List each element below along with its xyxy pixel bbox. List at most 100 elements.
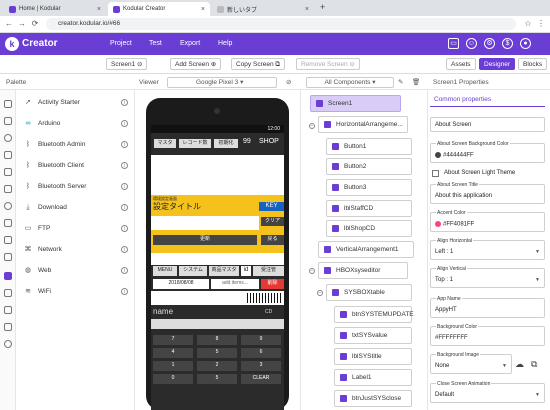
add-screen-button[interactable]: Add Screen ⊕ [170, 58, 222, 70]
key-clear[interactable]: CLEAR [241, 374, 281, 384]
date-picker[interactable]: 2018/08/08 [153, 279, 209, 289]
info-icon[interactable]: i [121, 162, 128, 169]
browser-tab-home[interactable]: Home | Kodular × [4, 2, 106, 16]
master-button[interactable]: マスタ [154, 139, 176, 148]
app-name-field[interactable]: App Name AppyHT [430, 296, 545, 318]
record-count-button[interactable]: レコード数 [179, 139, 211, 148]
background-image-select[interactable]: Background Image None ▼ [430, 352, 512, 374]
menu-help[interactable]: Help [218, 40, 232, 47]
monetization-icon[interactable] [4, 236, 12, 244]
component-hboxsyseditor[interactable]: HBOXsyseditor [318, 262, 408, 279]
accent-color-field[interactable]: Accent Color #FF4081FF [430, 210, 545, 232]
palette-item-activity-starter[interactable]: ➚ Activity Starter i [18, 92, 128, 113]
key-8[interactable]: 8 [197, 335, 237, 345]
close-icon[interactable]: × [97, 6, 101, 13]
palette-item-bluetooth-server[interactable]: ᛒ Bluetooth Server i [18, 176, 128, 197]
info-icon[interactable]: i [121, 120, 128, 127]
info-icon[interactable]: i [121, 246, 128, 253]
visibility-off-icon[interactable]: ⊘ [286, 75, 291, 90]
align-horizontal-select[interactable]: Align Horizontal Left : 1 ▼ [430, 238, 545, 260]
collapse-icon[interactable]: − [317, 290, 323, 296]
key-2[interactable]: 2 [197, 361, 237, 371]
items-spinner[interactable]: add items... [211, 279, 259, 289]
palette-item-download[interactable]: ⤓ Download i [18, 197, 128, 218]
browser-tab-creator[interactable]: Kodular Creator × [108, 2, 210, 16]
dollar-icon[interactable]: $ [502, 38, 513, 49]
google-icon[interactable] [4, 253, 12, 261]
key-3[interactable]: 3 [241, 361, 281, 371]
star-icon[interactable]: ☆ [523, 19, 533, 29]
layout-icon[interactable] [4, 117, 12, 125]
about-screen-field[interactable]: About Screen [430, 117, 545, 132]
component-btnjustsysclose[interactable]: btnJustSYSclose [334, 390, 412, 407]
gear-icon[interactable]: ⚙ [484, 38, 495, 49]
tab-orders[interactable]: 受注管 [253, 266, 284, 276]
forward-arrow-icon[interactable]: → [17, 19, 27, 29]
info-icon[interactable]: i [121, 99, 128, 106]
upload-icon[interactable]: ☁ [515, 359, 524, 370]
key-5[interactable]: 5 [197, 348, 237, 358]
media-icon[interactable] [4, 134, 12, 142]
experimental-icon[interactable] [4, 306, 12, 314]
palette-item-network[interactable]: ⌘ Network i [18, 239, 128, 260]
info-icon[interactable]: i [121, 141, 128, 148]
kodular-logo-icon[interactable]: k [5, 37, 19, 51]
component-screen1[interactable]: Screen1 [310, 95, 401, 112]
drawing-icon[interactable] [4, 151, 12, 159]
close-icon[interactable]: × [201, 6, 205, 13]
key-1[interactable]: 1 [153, 361, 193, 371]
info-icon[interactable]: i [121, 225, 128, 232]
component-label1[interactable]: Label1 [334, 369, 412, 386]
more-icon[interactable]: ⋮ [536, 19, 546, 29]
address-bar[interactable]: creator.kodular.io/#66 [46, 18, 516, 30]
component-button3[interactable]: Button3 [326, 179, 412, 196]
delete-icon[interactable]: 🗑 [412, 75, 420, 90]
component-button2[interactable]: Button2 [326, 158, 412, 175]
assets-button[interactable]: Assets [446, 58, 476, 70]
init-button[interactable]: 初期化 [214, 139, 238, 148]
menu-test[interactable]: Test [149, 40, 162, 47]
storage-icon[interactable] [4, 219, 12, 227]
back-arrow-icon[interactable]: ← [4, 19, 14, 29]
tab-system[interactable]: システム [179, 266, 207, 276]
info-icon[interactable]: i [121, 267, 128, 274]
emoji-icon[interactable]: ☺ [466, 38, 477, 49]
social-icon[interactable] [4, 202, 12, 210]
tab-menu[interactable]: MENU [153, 266, 177, 276]
folder-icon[interactable]: ▭ [448, 38, 459, 49]
clear-button[interactable]: クリア [261, 217, 284, 226]
component-horizontalarrangement[interactable]: HorizontalArrangeme... [318, 116, 408, 133]
component-sysboxtable[interactable]: SYSBOXtable [326, 284, 412, 301]
key-7[interactable]: 7 [153, 335, 193, 345]
align-vertical-select[interactable]: Align Vertical Top : 1 ▼ [430, 266, 545, 288]
close-screen-animation-select[interactable]: Close Screen Animation Default ▼ [430, 381, 545, 403]
component-lblstaffcd[interactable]: lblStaffCD [326, 200, 412, 217]
tab-product-master[interactable]: 商品マスタ [209, 266, 239, 276]
palette-item-bluetooth-admin[interactable]: ᛒ Bluetooth Admin i [18, 134, 128, 155]
extension-icon[interactable] [4, 323, 12, 331]
component-btnsystemupdate[interactable]: btnSYSTEMUPDATE [334, 306, 414, 323]
close-icon[interactable]: × [305, 6, 309, 13]
delete-button[interactable]: 削除 [261, 279, 284, 289]
browser-tab-new[interactable]: 新しいタブ × [212, 2, 314, 16]
key-9[interactable]: 9 [241, 335, 281, 345]
connectivity-icon[interactable] [4, 272, 12, 280]
collapse-icon[interactable]: − [309, 268, 315, 274]
about-title-field[interactable]: About Screen Title About this applicatio… [430, 182, 545, 204]
palette-item-arduino[interactable]: ∞ Arduino i [18, 113, 128, 134]
component-lblshopcd[interactable]: lblShopCD [326, 220, 412, 237]
common-properties-heading[interactable]: Common properties [434, 96, 491, 103]
info-icon[interactable]: i [121, 183, 128, 190]
key-4[interactable]: 4 [153, 348, 193, 358]
palette-item-wifi[interactable]: ≋ WiFi i [18, 281, 128, 302]
phone-screen[interactable]: 12:00 マスタ レコード数 初期化 99 SHOP 環境設定画面 設定タイト… [151, 125, 284, 410]
menu-project[interactable]: Project [110, 40, 132, 47]
key-5b[interactable]: 5 [197, 374, 237, 384]
designer-button[interactable]: Designer [479, 58, 516, 70]
screen-select[interactable]: Screen1 ⊝ [106, 58, 148, 70]
device-select[interactable]: Google Pixel 3 ▾ [167, 77, 277, 88]
palette-item-ftp[interactable]: ▭ FTP i [18, 218, 128, 239]
user-interface-icon[interactable] [4, 100, 12, 108]
key-6[interactable]: 6 [241, 348, 281, 358]
lego-icon[interactable] [4, 289, 12, 297]
